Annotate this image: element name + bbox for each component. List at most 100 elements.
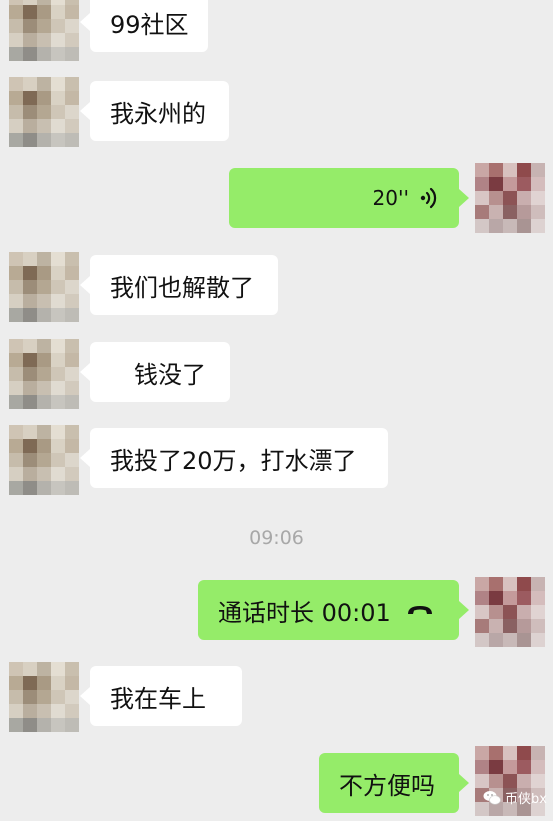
avatar-pixel [23, 308, 37, 322]
avatar-pixel [37, 280, 51, 294]
avatar-pixel [51, 690, 65, 704]
voice-message-bubble[interactable]: 20'' [229, 168, 469, 228]
avatar-pixel [503, 191, 517, 205]
avatar-pixel [37, 5, 51, 19]
avatar-pixel [475, 746, 489, 760]
avatar-pixel [37, 252, 51, 266]
avatar-pixel [9, 425, 23, 439]
message-bubble-incoming[interactable]: 99社区 [80, 0, 208, 52]
avatar-pixel [531, 760, 545, 774]
watermark: 币侠bx [483, 788, 547, 807]
contact-avatar[interactable] [9, 0, 79, 61]
avatar-pixel [37, 367, 51, 381]
avatar-pixel [489, 746, 503, 760]
avatar-pixel [37, 119, 51, 133]
contact-avatar[interactable] [9, 252, 79, 322]
avatar-pixel [475, 163, 489, 177]
avatar-pixel [503, 577, 517, 591]
avatar-pixel [531, 205, 545, 219]
message-bubble-incoming[interactable]: 我们也解散了 [80, 255, 278, 315]
avatar-pixel [489, 177, 503, 191]
avatar-pixel [65, 77, 79, 91]
avatar-pixel [65, 91, 79, 105]
avatar-pixel [65, 280, 79, 294]
avatar-pixel [37, 339, 51, 353]
avatar-pixel [37, 47, 51, 61]
message-text: 不方便吗 [339, 771, 435, 800]
call-record-bubble[interactable]: 通话时长 00:01 [198, 580, 469, 640]
avatar-pixel [475, 205, 489, 219]
message-bubble-incoming[interactable]: 我在车上 [80, 666, 242, 726]
avatar-pixel [65, 105, 79, 119]
avatar-pixel [37, 481, 51, 495]
avatar-pixel [51, 381, 65, 395]
avatar-pixel [9, 704, 23, 718]
contact-avatar[interactable] [9, 662, 79, 732]
avatar-pixel [23, 91, 37, 105]
avatar-pixel [37, 467, 51, 481]
avatar-pixel [23, 395, 37, 409]
avatar-pixel [37, 91, 51, 105]
avatar-pixel [37, 294, 51, 308]
self-avatar[interactable] [475, 163, 545, 233]
avatar-pixel [517, 774, 531, 788]
avatar-pixel [37, 105, 51, 119]
contact-avatar[interactable] [9, 425, 79, 495]
avatar-pixel [517, 746, 531, 760]
avatar-pixel [9, 33, 23, 47]
avatar-pixel [23, 77, 37, 91]
avatar-pixel [489, 774, 503, 788]
message-text: 我永州的 [110, 99, 206, 128]
avatar-pixel [65, 690, 79, 704]
avatar-pixel [65, 133, 79, 147]
message-bubble-incoming[interactable]: 钱没了 [80, 342, 230, 402]
avatar-pixel [65, 395, 79, 409]
avatar-pixel [531, 619, 545, 633]
avatar-pixel [475, 591, 489, 605]
avatar-pixel [9, 690, 23, 704]
message-bubble-incoming[interactable]: 我永州的 [80, 81, 229, 141]
avatar-pixel [23, 704, 37, 718]
avatar-pixel [9, 353, 23, 367]
avatar-pixel [51, 718, 65, 732]
avatar-pixel [9, 481, 23, 495]
watermark-text: 币侠bx [505, 792, 547, 807]
avatar-pixel [23, 33, 37, 47]
avatar-pixel [503, 219, 517, 233]
avatar-pixel [503, 605, 517, 619]
avatar-pixel [65, 266, 79, 280]
self-avatar[interactable] [475, 577, 545, 647]
avatar-pixel [37, 704, 51, 718]
avatar-pixel [23, 294, 37, 308]
contact-avatar[interactable] [9, 339, 79, 409]
avatar-pixel [51, 105, 65, 119]
avatar-pixel [475, 577, 489, 591]
avatar-pixel [9, 105, 23, 119]
avatar-pixel [37, 395, 51, 409]
avatar-pixel [65, 439, 79, 453]
avatar-pixel [475, 605, 489, 619]
avatar-pixel [503, 591, 517, 605]
avatar-pixel [65, 718, 79, 732]
avatar-pixel [9, 308, 23, 322]
contact-avatar[interactable] [9, 77, 79, 147]
avatar-pixel [37, 662, 51, 676]
avatar-pixel [51, 395, 65, 409]
avatar-pixel [23, 425, 37, 439]
message-text: 99社区 [110, 10, 189, 39]
avatar-pixel [503, 774, 517, 788]
avatar-pixel [51, 308, 65, 322]
avatar-pixel [9, 47, 23, 61]
avatar-pixel [489, 163, 503, 177]
avatar-pixel [51, 91, 65, 105]
avatar-pixel [517, 177, 531, 191]
avatar-pixel [9, 19, 23, 33]
avatar-pixel [37, 353, 51, 367]
avatar-pixel [9, 91, 23, 105]
message-bubble-outgoing[interactable]: 不方便吗 [319, 753, 469, 813]
message-bubble-incoming[interactable]: 我投了20万，打水漂了 [80, 428, 388, 488]
message-text: 我在车上 [110, 684, 206, 713]
avatar-pixel [489, 633, 503, 647]
avatar-pixel [517, 760, 531, 774]
avatar-pixel [23, 353, 37, 367]
